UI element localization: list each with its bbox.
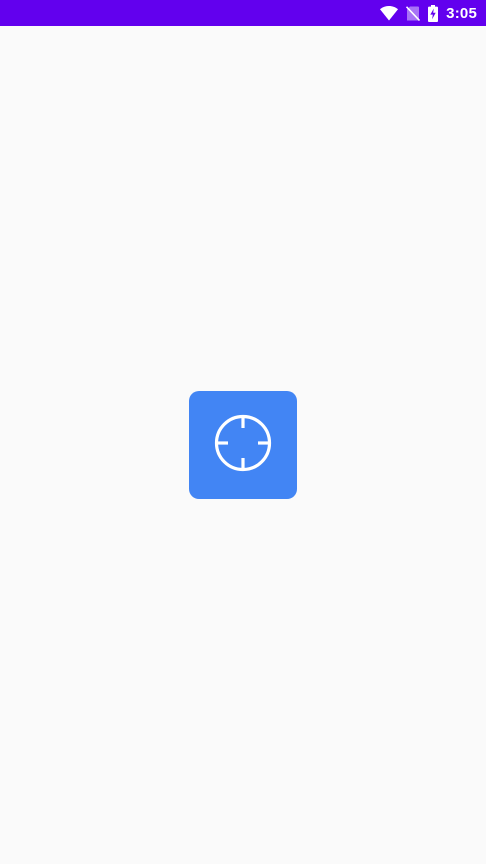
crosshair-icon <box>212 412 274 479</box>
battery-charging-icon <box>428 4 439 22</box>
app-icon <box>189 391 297 499</box>
status-time: 3:05 <box>446 4 477 22</box>
wifi-icon <box>380 5 399 21</box>
splash-screen <box>0 26 486 864</box>
status-bar: 3:05 <box>0 0 486 26</box>
no-sim-icon <box>406 5 421 21</box>
